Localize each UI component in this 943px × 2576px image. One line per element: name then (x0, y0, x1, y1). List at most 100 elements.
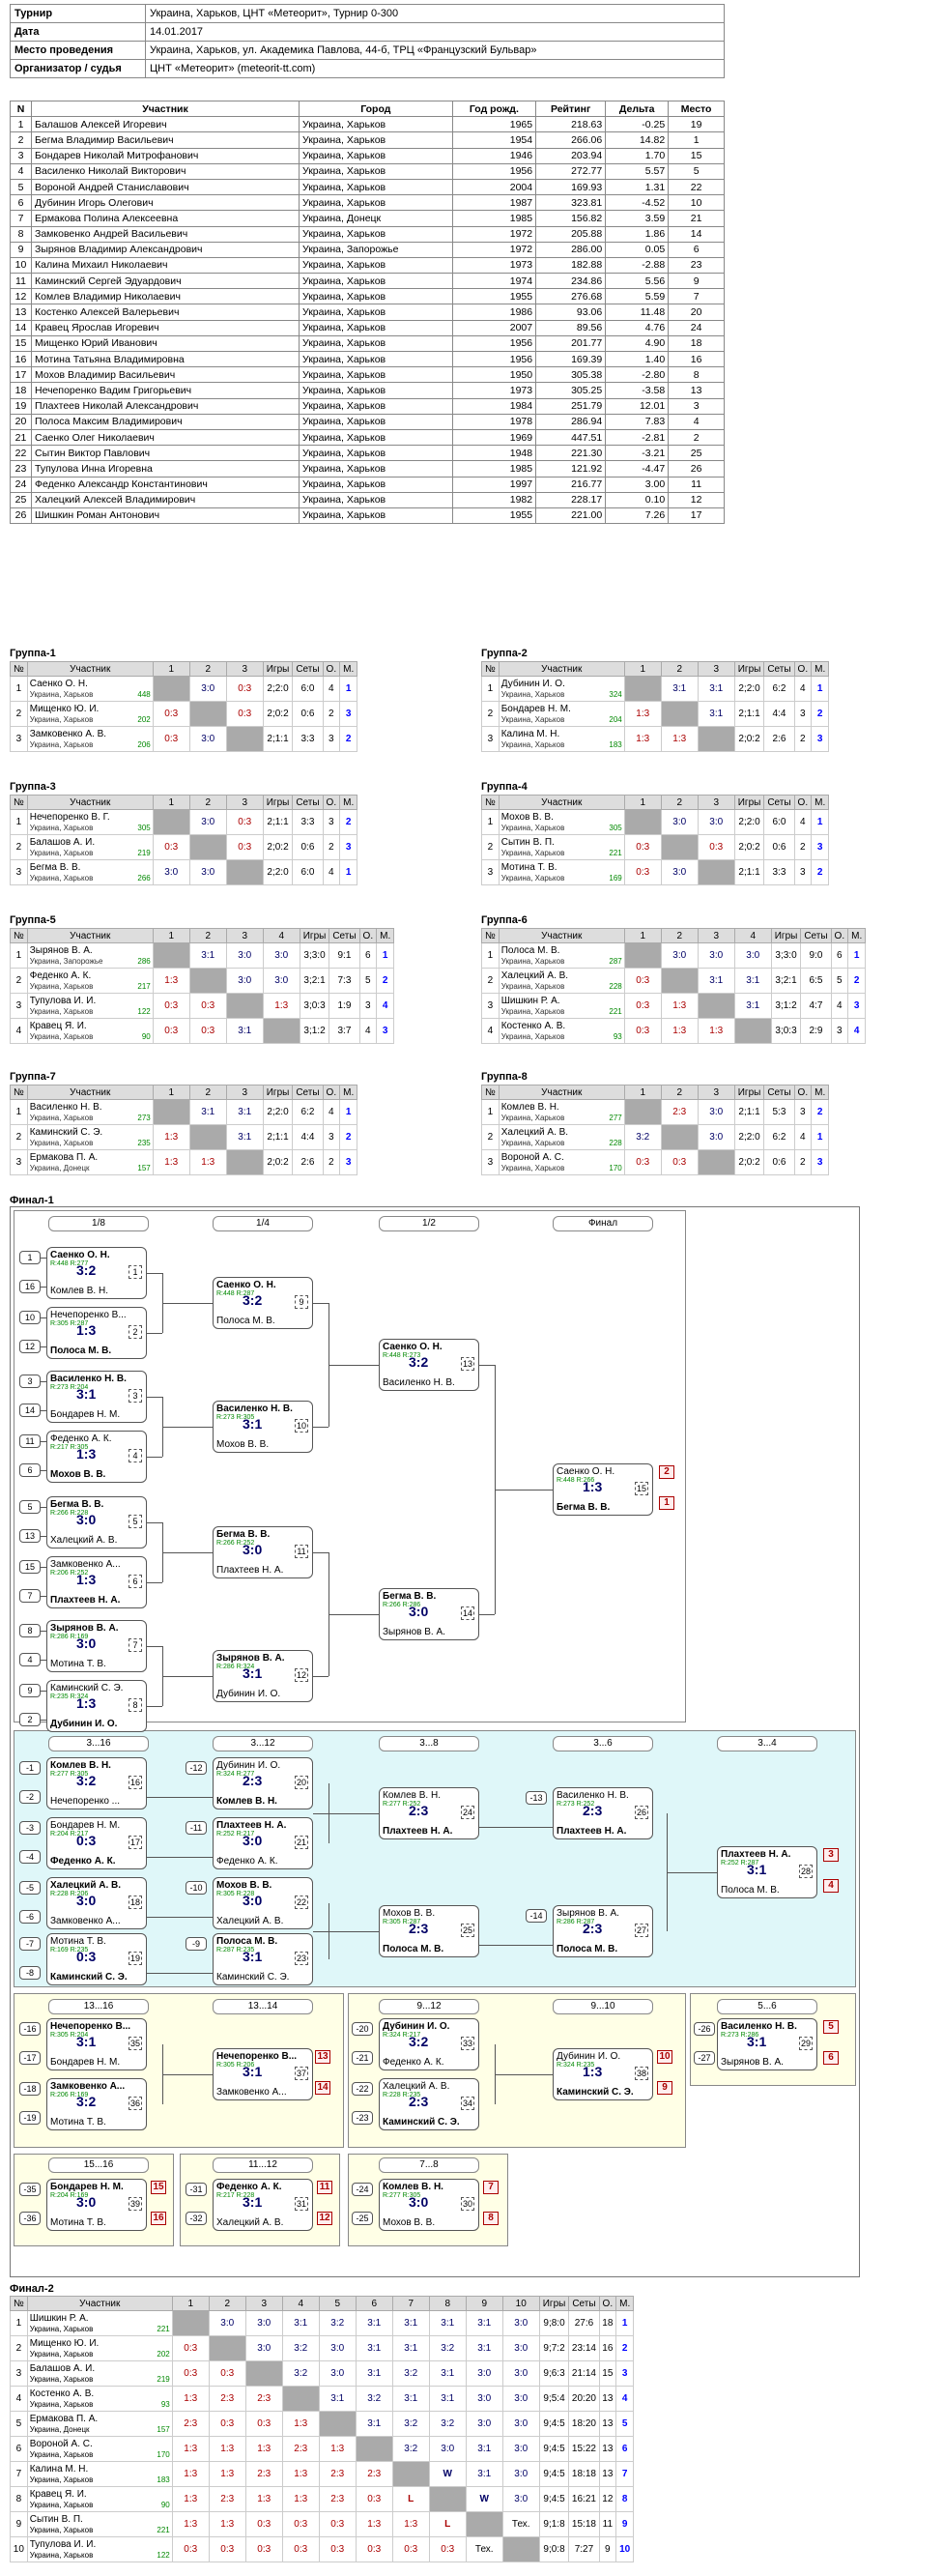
final2-pos: 1 (10, 2310, 28, 2336)
match-player-a: Комлев В. Н. (383, 1790, 441, 1801)
score-cell: 3:0 (188, 859, 227, 885)
match-score: 3:2 (409, 2034, 429, 2049)
group-games: 2;1:1 (262, 1124, 294, 1150)
bracket-match: Нечепоренко В... R:305 R:206 3:1 37 Замковен… (213, 2048, 313, 2100)
place-box: 14 (315, 2081, 330, 2095)
connector-line (479, 1827, 553, 1828)
group-games: 2;0:2 (733, 726, 765, 752)
score-cell: 0:3 (244, 2411, 283, 2437)
match-player-a: Каминский С. Э. (50, 1683, 124, 1693)
connector-line (313, 1427, 329, 1428)
seed-slot: -11 (186, 1821, 207, 1835)
group-pos: 3 (481, 859, 500, 885)
player-rating: 217 (137, 981, 151, 991)
participant-cell: 1.70 (605, 147, 670, 164)
participant-cell: 11 (10, 273, 32, 290)
group-header: Сеты (800, 928, 832, 943)
match-player-b: Плахтеев Н. А. (383, 1826, 453, 1837)
group-games: 3;2:1 (770, 968, 802, 994)
player-city: Украина, Харьков 169 (500, 873, 622, 883)
final2-header: 5 (318, 2296, 357, 2311)
diagonal-cell (188, 701, 227, 727)
match-score: 1:3 (76, 1322, 97, 1338)
score-cell: 3:2 (281, 2335, 320, 2361)
player-name: Кравец Я. И. (29, 2488, 87, 2500)
participant-cell: 205.88 (535, 225, 607, 243)
match-number: 30 (461, 2197, 474, 2211)
score-cell: 3:0 (501, 2310, 540, 2336)
bracket-match: Феденко А. К. R:217 R:228 3:1 31 Халецкий А.… (213, 2179, 313, 2231)
score-cell: 1:3 (355, 2511, 393, 2537)
score-cell: 0:3 (623, 1018, 662, 1044)
round-header: 13...14 (213, 1999, 313, 2014)
bracket-match: Саенко О. Н. R:448 R:273 3:2 13 Василенко Н.… (379, 1339, 479, 1391)
final2-header: 10 (501, 2296, 540, 2311)
player-city: Украина, Харьков 219 (29, 848, 151, 857)
group-table: № Участник 1 2 3 4 Игры Сеты О. М. 1 Зырянов В. А. У… (10, 928, 395, 1044)
group-header: М. (847, 928, 867, 943)
group-table: № Участник 1 2 3 Игры Сеты О. М. 1 Мохов В. В. Укра… (481, 795, 830, 885)
score-cell: 0:3 (318, 2536, 357, 2562)
final2-games: 9;6:3 (538, 2360, 570, 2387)
group-pos: 1 (481, 809, 500, 835)
group-pos: 2 (10, 968, 28, 994)
group-player: Замковенко А. В. Украина, Харьков 206 (26, 726, 154, 752)
final2-points: 18 (598, 2310, 617, 2336)
group-header: Сеты (763, 795, 795, 810)
score-cell: 3:0 (465, 2360, 503, 2387)
bracket-match: Нечепоренко В... R:305 R:287 1:3 2 Полоса М.… (46, 1307, 147, 1359)
player-rating: 228 (609, 981, 622, 991)
group-header: М. (339, 1085, 358, 1100)
match-score: 2:3 (409, 2094, 429, 2109)
player-rating: 266 (137, 873, 151, 883)
score-cell: 1:3 (623, 726, 662, 752)
participant-cell: 25 (668, 445, 725, 462)
group-games: 3;1:2 (299, 1018, 330, 1044)
participant-cell: 1972 (451, 241, 537, 258)
group-header: № (481, 661, 500, 677)
final2-pos: 5 (10, 2411, 28, 2437)
group-games: 3;0:3 (770, 1018, 802, 1044)
group-player: Каминский С. Э. Украина, Харьков 235 (26, 1124, 154, 1150)
round-header: 5...6 (717, 1999, 817, 2014)
group-points: 3 (793, 1099, 813, 1125)
score-cell: 0:3 (208, 2536, 246, 2562)
player-rating: 305 (609, 823, 622, 832)
final2-player: Сытин В. П. Украина, Харьков 221 (26, 2511, 173, 2537)
player-city: Украина, Харьков 235 (29, 1138, 151, 1147)
group-header-row: № Участник 1 2 3 4 Игры Сеты О. М. (481, 928, 867, 943)
diagonal-cell (660, 1124, 699, 1150)
group-pos: 1 (10, 676, 28, 702)
diagonal-cell (391, 2461, 430, 2487)
score-cell: 3:1 (355, 2411, 393, 2437)
score-cell: 3:0 (188, 809, 227, 835)
group-pos: 1 (10, 942, 28, 969)
diagonal-cell (281, 2386, 320, 2412)
group-player: Комлев В. Н. Украина, Харьков 277 (498, 1099, 625, 1125)
connector-line (41, 1660, 46, 1661)
match-score: 0:3 (76, 1949, 97, 1964)
match-player-a: Плахтеев Н. А. (721, 1849, 791, 1860)
player-city: Украина, Харьков 93 (500, 1031, 622, 1041)
player-rating: 169 (609, 873, 622, 883)
match-player-a: Мохов В. В. (383, 1908, 436, 1919)
group-place: 2 (811, 1099, 830, 1125)
connector-line (313, 1552, 329, 1553)
participant-cell: 7 (10, 210, 32, 227)
group-row: 3 Замковенко А. В. Украина, Харьков 206 0:3 3… (10, 726, 358, 752)
group-games: 2;2:0 (262, 676, 294, 702)
score-cell: 2:3 (208, 2386, 246, 2412)
participant-cell: Украина, Харьков (299, 194, 453, 212)
player-rating: 90 (141, 1031, 151, 1041)
player-rating: 157 (157, 2424, 170, 2434)
participant-cell: 22 (668, 178, 725, 196)
player-city: Украина, Харьков 183 (29, 2475, 170, 2484)
match-player-b: Феденко А. К. (216, 1856, 278, 1867)
participant-cell: 25 (10, 491, 32, 508)
bracket-match: Зырянов В. А. R:286 R:169 3:0 7 Мотина Т. В. (46, 1620, 147, 1672)
group-games: 3;1:2 (770, 993, 802, 1019)
final2-sets: 20:20 (568, 2386, 600, 2412)
participant-cell: 4 (10, 162, 32, 180)
group-header: М. (339, 795, 358, 810)
participant-cell: 26 (10, 507, 32, 525)
